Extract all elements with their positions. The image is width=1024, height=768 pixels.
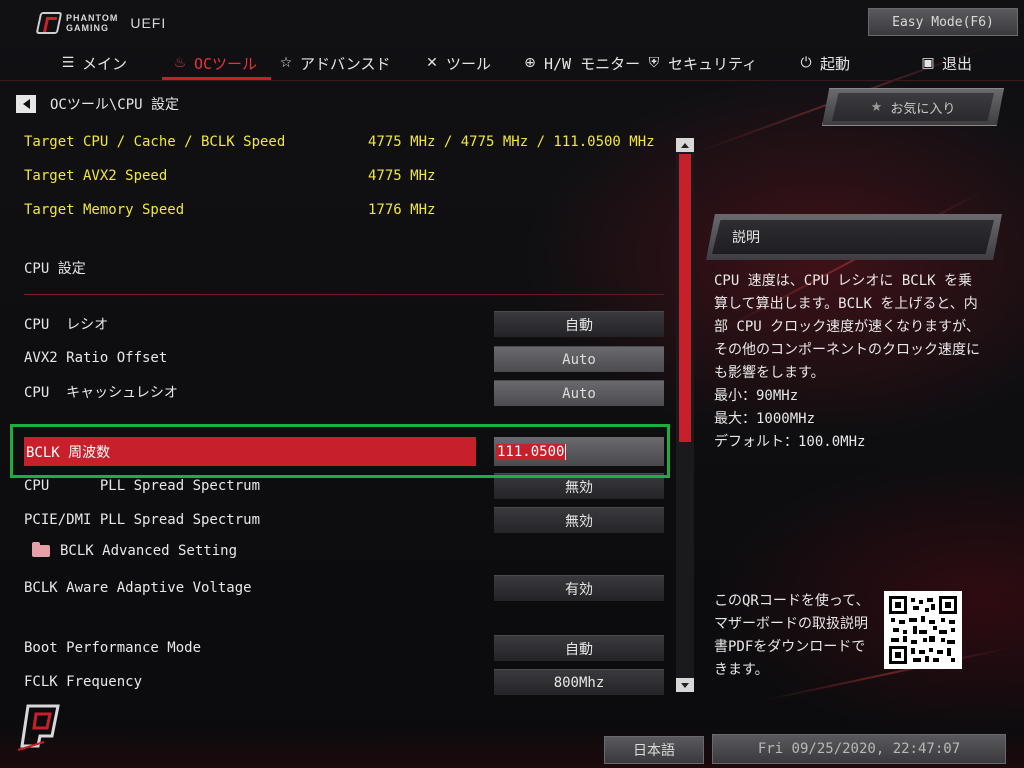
setting-label: FCLK Frequency [24,674,143,690]
tab-label: OCツール [194,54,258,73]
tab-oc-tools[interactable]: ♨ OCツール [161,48,272,80]
description-default: デフォルト：100.0MHz [714,434,866,450]
tab-label: セキュリティ [668,54,758,73]
back-button[interactable] [16,95,36,113]
target-label: Target Memory Speed [24,202,185,218]
setting-label: CPU レシオ [24,317,109,333]
setting-label: CPU PLL Spread Spectrum [24,478,261,494]
phantom-gaming-logo: PHANTOM GAMING UEFI [35,12,167,34]
tab-label: メイン [82,54,128,73]
tab-label: アドバンスド [300,54,391,73]
setting-label: Boot Performance Mode [24,640,202,656]
logo-line-1: PHANTOM [66,13,119,23]
cpu-ratio-value[interactable]: 自動 [494,311,664,337]
bclk-aware-value[interactable]: 有効 [494,575,664,601]
target-label: Target AVX2 Speed [24,168,168,184]
nav-divider [0,80,1024,81]
exit-icon: ▣ [921,55,935,71]
tab-hw-monitor[interactable]: ⊕ H/W モニター [522,48,640,78]
scroll-thumb[interactable] [679,154,691,442]
avx2-offset-value[interactable]: Auto [494,346,664,372]
section-title-row: CPU 設定 [24,254,86,282]
power-icon: ⏻ [800,55,812,71]
target-value: 4775 MHz [368,168,436,184]
tab-exit[interactable]: ▣ 退出 [920,48,972,78]
description-max: 最大：1000MHz [714,411,816,427]
main-nav: ☰ メイン ♨ OCツール ☆ アドバンスド ✕ ツール ⊕ H/W モニター … [0,48,1024,80]
setting-label: BCLK Advanced Setting [60,543,238,559]
star-icon: ★ [870,99,883,115]
phantom-gaming-emblem-icon [14,702,68,754]
bclk-highlight-box [10,424,670,478]
cache-ratio-value[interactable]: Auto [494,380,664,406]
list-icon: ☰ [61,55,75,71]
tab-security[interactable]: ⛨ セキュリティ [646,48,757,78]
logo-line-2: GAMING [66,23,109,33]
flame-icon: ♨ [173,55,187,71]
tab-label: 起動 [820,54,851,73]
back-arrow-icon [22,99,30,109]
folder-icon [32,542,50,557]
description-body: CPU 速度は、CPU レシオに BCLK を乗算して算出します。BCLK を上… [714,270,980,454]
section-title: CPU 設定 [24,261,86,277]
scroll-up-button[interactable] [676,138,694,152]
target-value: 1776 MHz [368,202,436,218]
asrock-logo-icon [35,12,63,34]
bclk-advanced-setting-folder[interactable]: BCLK Advanced Setting [32,537,237,565]
description-title: 説明 [732,230,760,246]
breadcrumb: OCツール\CPU 設定 [16,94,179,114]
section-divider [24,294,664,295]
shield-icon: ⛨ [648,55,660,71]
datetime-display: Fri 09/25/2020, 22:47:07 [712,734,1006,764]
description-text: CPU 速度は、CPU レシオに BCLK を乗算して算出します。BCLK を上… [714,273,980,381]
qr-description: このQRコードを使って、マザーボードの取扱説明書PDFをダウンロードできます。 [714,593,870,678]
crosshair-icon: ⊕ [524,55,536,71]
qr-code-graphic [889,596,957,664]
pcie-pll-value[interactable]: 無効 [494,507,664,533]
favorites-label: お気に入り [890,101,956,117]
tools-icon: ✕ [426,55,438,71]
tab-advanced[interactable]: ☆ アドバンスド [278,48,391,78]
tab-tools[interactable]: ✕ ツール [424,48,491,78]
setting-label: PCIE/DMI PLL Spread Spectrum [24,512,261,528]
logo-uefi: UEFI [130,15,167,31]
setting-label: AVX2 Ratio Offset [24,350,168,366]
target-row: Target AVX2 Speed 4775 MHz [24,162,435,190]
tab-label: ツール [446,54,492,73]
favorites-button[interactable]: ★ お気に入り [822,88,1004,126]
target-row: Target CPU / Cache / BCLK Speed 4775 MHz… [24,128,655,156]
arrow-down-icon [681,682,689,688]
scroll-down-button[interactable] [676,678,694,692]
scrollbar[interactable] [676,138,694,692]
setting-label: BCLK Aware Adaptive Voltage [24,580,252,596]
boot-performance-value[interactable]: 自動 [494,635,664,661]
tab-boot[interactable]: ⏻ 起動 [798,48,850,78]
star-icon: ☆ [279,55,293,71]
tab-main[interactable]: ☰ メイン [60,48,127,78]
tab-label: H/W モニター [544,54,641,73]
description-header: 説明 [706,214,1002,260]
breadcrumb-path: OCツール\CPU 設定 [50,97,180,113]
target-row: Target Memory Speed 1776 MHz [24,196,435,224]
description-min: 最小：90MHz [714,388,799,404]
settings-list: Target CPU / Cache / BCLK Speed 4775 MHz… [0,128,676,698]
qr-code-icon [884,591,962,669]
language-button[interactable]: 日本語 [604,736,704,764]
easy-mode-button[interactable]: Easy Mode(F6) [868,8,1018,36]
tab-label: 退出 [942,54,973,73]
target-value: 4775 MHz / 4775 MHz / 111.0500 MHz [368,134,655,150]
arrow-up-icon [681,142,689,148]
setting-label: CPU キャッシュレシオ [24,385,178,401]
fclk-value[interactable]: 800Mhz [494,669,664,695]
target-label: Target CPU / Cache / BCLK Speed [24,134,286,150]
